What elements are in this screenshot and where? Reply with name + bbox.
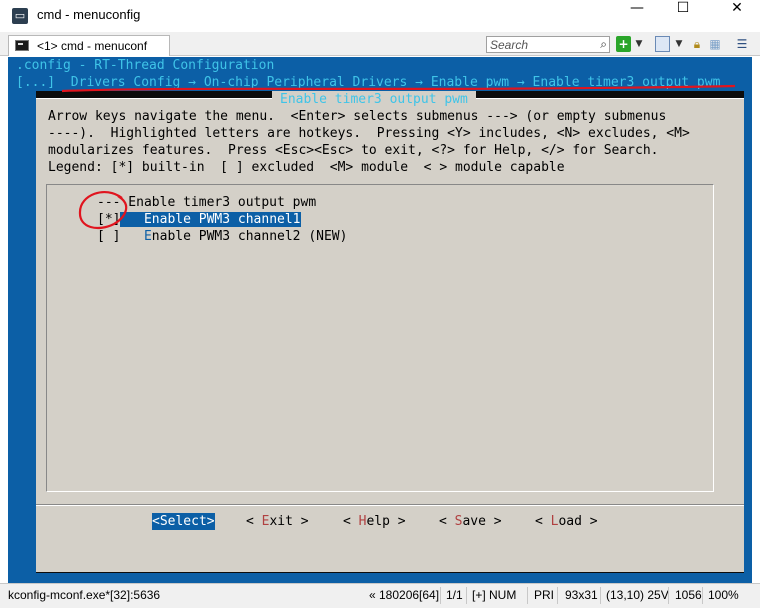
- menu-item-pwm3-channel1[interactable]: [*] Enable PWM3 channel1: [97, 211, 301, 228]
- load-button[interactable]: < Load >: [535, 513, 598, 530]
- help-line: ----). Highlighted letters are hotkeys. …: [48, 126, 690, 141]
- menu-header: --- Enable timer3 output pwm: [97, 194, 316, 211]
- dropdown-icon[interactable]: ▼: [634, 36, 644, 52]
- menuconfig-dialog: Enable timer3 output pwm Arrow keys navi…: [36, 91, 744, 572]
- breadcrumb: [...] Drivers Config → On-chip Periphera…: [16, 75, 721, 90]
- process-name: kconfig-mconf.exe*[32]:5636: [8, 588, 161, 602]
- help-button[interactable]: < Help >: [343, 513, 406, 530]
- help-line: modularizes features. Press <Esc><Esc> t…: [48, 143, 659, 158]
- status-divider: [668, 587, 669, 604]
- maximize-button[interactable]: ☐: [660, 0, 706, 32]
- console-icon: [15, 40, 29, 51]
- status-divider: [702, 587, 703, 604]
- status-bar: kconfig-mconf.exe*[32]:5636 « 180206[64]…: [0, 583, 760, 608]
- status-divider: [440, 587, 441, 604]
- status-cursor: (13,10) 25V: [606, 588, 669, 602]
- status-divider: [557, 587, 558, 604]
- menu-item-pwm3-channel2[interactable]: [ ] Enable PWM3 channel2 (NEW): [97, 228, 347, 245]
- help-text: Arrow keys navigate the menu. <Enter> se…: [48, 108, 690, 176]
- status-position: 1/1: [446, 588, 463, 602]
- window-title: cmd - menuconfig: [37, 7, 141, 22]
- menu-item-label: nable PWM3 channel2 (NEW): [151, 229, 348, 244]
- status-divider: [600, 587, 601, 604]
- status-pid: 1056: [675, 588, 702, 602]
- select-button[interactable]: <Select>: [152, 513, 215, 530]
- search-input[interactable]: Search ⌕: [486, 36, 610, 53]
- terminal-area[interactable]: .config - RT-Thread Configuration [...] …: [8, 57, 752, 583]
- console-tab-label: <1> cmd - menuconf: [37, 39, 148, 53]
- status-info: « 180206[64]: [369, 588, 440, 602]
- help-line: Legend: [*] built-in [ ] excluded <M> mo…: [48, 160, 565, 175]
- config-title: .config - RT-Thread Configuration: [16, 58, 275, 73]
- dialog-title-text: Enable timer3 output pwm: [280, 92, 468, 107]
- status-divider: [466, 587, 467, 604]
- minimize-button[interactable]: —: [614, 0, 660, 32]
- tab-toolbar: <1> cmd - menuconf Search ⌕ + ▼ ▼ 🔒︎ ▦ ☰: [0, 32, 760, 56]
- status-size: 93x31: [565, 588, 598, 602]
- exit-button[interactable]: < Exit >: [246, 513, 309, 530]
- status-pri: PRI: [534, 588, 555, 602]
- hotkey-letter: E: [143, 229, 152, 244]
- console-tab[interactable]: <1> cmd - menuconf: [8, 35, 170, 56]
- save-button[interactable]: < Save >: [439, 513, 502, 530]
- new-console-plus-icon[interactable]: +: [616, 36, 631, 52]
- dialog-title: Enable timer3 output pwm: [272, 91, 476, 108]
- dropdown-icon[interactable]: ▼: [674, 36, 684, 52]
- search-icon[interactable]: ⌕: [600, 37, 607, 52]
- panel-layout-icon[interactable]: [655, 36, 670, 52]
- help-line: Arrow keys navigate the menu. <Enter> se…: [48, 109, 667, 124]
- status-zoom: 100%: [708, 588, 739, 602]
- window-titlebar: ▭ cmd - menuconfig — ☐ ✕: [0, 0, 760, 32]
- button-row: <Select> < Exit > < Help > < Save > < Lo…: [36, 513, 744, 533]
- menu-item-label: nable PWM3 channel1: [151, 212, 301, 227]
- terminal-left-band: [8, 91, 36, 583]
- terminal-right-band: [744, 91, 752, 583]
- search-placeholder: Search: [490, 38, 529, 52]
- divider: [36, 505, 744, 506]
- console-app-icon: ▭: [12, 8, 28, 24]
- checkbox[interactable]: [*]: [97, 212, 120, 227]
- status-divider: [527, 587, 528, 604]
- hamburger-menu-icon[interactable]: ☰: [735, 36, 749, 52]
- menu-header-text: --- Enable timer3 output pwm: [97, 195, 317, 210]
- grid-icon[interactable]: ▦: [708, 36, 722, 52]
- select-label: Select: [159, 514, 207, 529]
- terminal-bottom-band: [8, 573, 752, 583]
- close-button[interactable]: ✕: [714, 0, 760, 32]
- checkbox[interactable]: [ ]: [97, 229, 120, 244]
- hotkey-letter: E: [143, 212, 152, 227]
- status-mode: [+] NUM: [472, 588, 517, 602]
- terminal-header: .config - RT-Thread Configuration [...] …: [8, 57, 752, 91]
- menu-list: --- Enable timer3 output pwm [*] Enable …: [46, 184, 714, 492]
- lock-icon[interactable]: 🔒︎: [691, 36, 703, 52]
